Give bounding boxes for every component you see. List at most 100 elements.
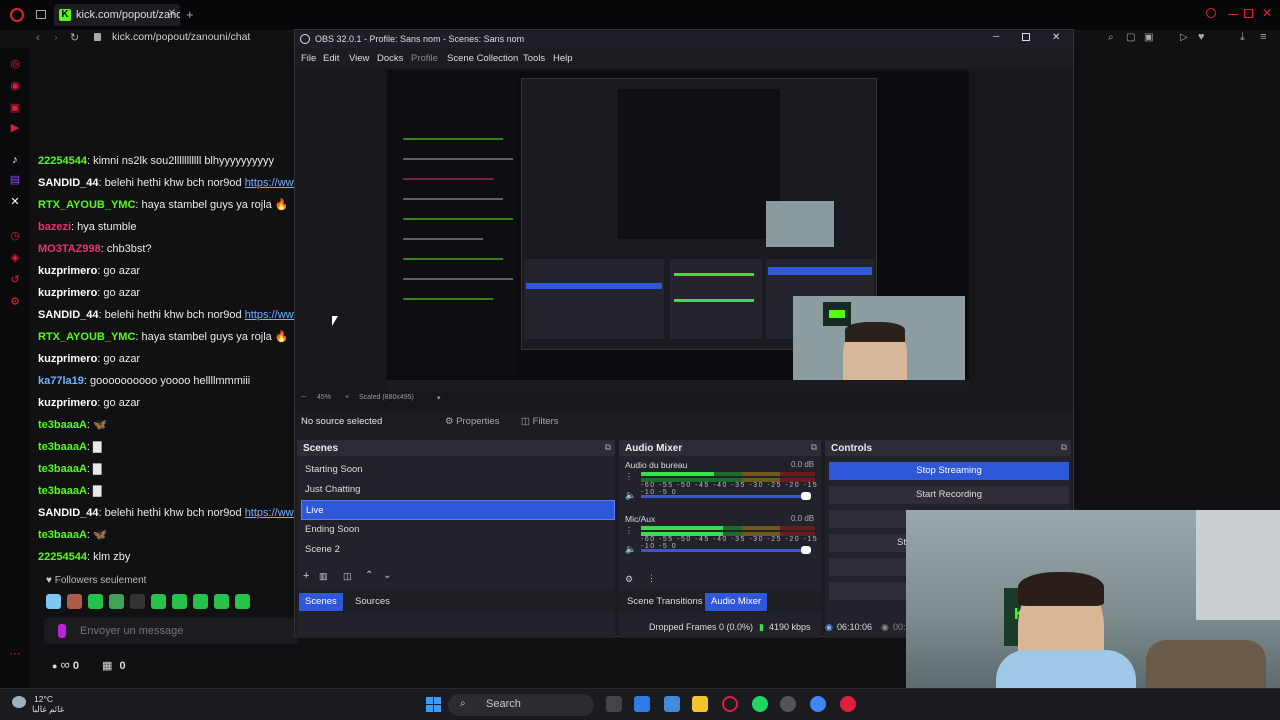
- bookmark-icon[interactable]: ▢: [1126, 32, 1135, 43]
- chat-link[interactable]: https://www.i: [245, 507, 300, 519]
- emote-icon[interactable]: [172, 594, 187, 609]
- zoom-in-icon[interactable]: +: [345, 394, 349, 401]
- menu-view[interactable]: View: [349, 53, 369, 64]
- chat-username[interactable]: kuzprimero: [38, 353, 97, 365]
- menu-icon[interactable]: ≡: [1260, 31, 1266, 43]
- speaker-icon[interactable]: 🔈: [625, 544, 636, 555]
- taskbar-search[interactable]: ⌕ Search: [448, 694, 594, 716]
- chat-username[interactable]: SANDID_44: [38, 507, 99, 519]
- file-explorer-icon[interactable]: [692, 696, 708, 712]
- volume-slider-handle[interactable]: [801, 492, 811, 500]
- speaker-icon[interactable]: 🔈: [625, 490, 636, 501]
- start-icon[interactable]: [426, 697, 442, 713]
- chat-username[interactable]: SANDID_44: [38, 177, 99, 189]
- obs-preview[interactable]: [295, 68, 1073, 430]
- chat-username[interactable]: ka77la19: [38, 375, 84, 387]
- move-down-icon[interactable]: ⌄: [383, 570, 391, 581]
- store-icon[interactable]: [664, 696, 680, 712]
- chat-username[interactable]: te3baaaA: [38, 529, 87, 541]
- twitch-purple-icon[interactable]: ▤: [9, 174, 21, 186]
- scene-item[interactable]: Starting Soon: [301, 460, 615, 480]
- scene-item-active[interactable]: Live: [301, 500, 615, 520]
- scene-item[interactable]: Scene 2: [301, 540, 615, 560]
- emote-icon[interactable]: [214, 594, 229, 609]
- stop-streaming-button[interactable]: Stop Streaming: [829, 462, 1069, 480]
- obs-maximize-icon[interactable]: [1022, 33, 1030, 41]
- twitch-icon[interactable]: ▣: [9, 102, 21, 114]
- dock-popout-icon[interactable]: ⧉: [1061, 442, 1067, 453]
- tab-audio-mixer[interactable]: Audio Mixer: [705, 593, 768, 611]
- chat-username[interactable]: te3baaaA: [38, 463, 87, 475]
- workspaces-icon[interactable]: [36, 10, 46, 19]
- history-icon[interactable]: ↺: [9, 274, 21, 286]
- chat-username[interactable]: kuzprimero: [38, 287, 97, 299]
- chat-username[interactable]: MO3TAZ998: [38, 243, 101, 255]
- tab-scene-transitions[interactable]: Scene Transitions: [621, 593, 709, 611]
- mixer-settings-icon[interactable]: ⚙: [625, 574, 633, 585]
- emote-icon[interactable]: [130, 594, 145, 609]
- dock-popout-icon[interactable]: ⧉: [605, 442, 611, 453]
- tiktok-icon[interactable]: ♪: [9, 154, 21, 166]
- user-icon[interactable]: ●: [52, 661, 57, 671]
- chat-username[interactable]: bazezi: [38, 221, 71, 233]
- chat-username[interactable]: kuzprimero: [38, 265, 97, 277]
- play-icon[interactable]: ▷: [1180, 32, 1188, 43]
- url-text[interactable]: kick.com/popout/zanouni/chat: [112, 31, 250, 43]
- search-tabs-icon[interactable]: [1206, 8, 1216, 18]
- menu-profile[interactable]: Profile: [411, 53, 438, 64]
- minimize-icon[interactable]: [1228, 14, 1238, 15]
- chat-username[interactable]: RTX_AYOUB_YMC: [38, 199, 135, 211]
- emote-picker-icon[interactable]: [58, 624, 66, 638]
- volume-slider-handle[interactable]: [801, 546, 811, 554]
- menu-scene-collection[interactable]: Scene Collection: [447, 53, 518, 64]
- chat-message-input[interactable]: [80, 623, 280, 639]
- browser-tab[interactable]: Kkick.com/popout/zanouni✕: [54, 4, 180, 26]
- emote-icon[interactable]: [67, 594, 82, 609]
- zoom-out-icon[interactable]: ─: [301, 394, 306, 401]
- menu-help[interactable]: Help: [553, 53, 573, 64]
- tab-scenes[interactable]: Scenes: [299, 593, 343, 611]
- chat-username[interactable]: kuzprimero: [38, 397, 97, 409]
- emote-icon[interactable]: [109, 594, 124, 609]
- maximize-icon[interactable]: [1244, 9, 1253, 18]
- reload-icon[interactable]: ↻: [70, 31, 79, 44]
- menu-edit[interactable]: Edit: [323, 53, 339, 64]
- start-recording-button[interactable]: Start Recording: [829, 486, 1069, 504]
- chat-username[interactable]: RTX_AYOUB_YMC: [38, 331, 135, 343]
- menu-tools[interactable]: Tools: [523, 53, 545, 64]
- scene-item[interactable]: Just Chatting: [301, 480, 615, 500]
- tab-sources[interactable]: Sources: [349, 593, 396, 611]
- emote-icon[interactable]: [151, 594, 166, 609]
- cube-icon[interactable]: ◈: [9, 252, 21, 264]
- chat-username[interactable]: te3baaaA: [38, 441, 87, 453]
- chat-link[interactable]: https://www.i: [245, 309, 300, 321]
- youtube-icon[interactable]: ▶: [9, 122, 21, 134]
- chat-username[interactable]: 22254544: [38, 155, 87, 167]
- spotify-icon[interactable]: [752, 696, 768, 712]
- settings-icon[interactable]: ⚙: [9, 296, 21, 308]
- obs-close-icon[interactable]: ✕: [1052, 32, 1060, 43]
- remove-scene-icon[interactable]: ▥: [319, 571, 328, 582]
- move-up-icon[interactable]: ⌃: [365, 570, 373, 581]
- preview-canvas[interactable]: [387, 70, 969, 392]
- channel-menu-icon[interactable]: ⋮: [625, 472, 633, 481]
- volume-slider[interactable]: [641, 549, 807, 552]
- channel-menu-icon[interactable]: ⋮: [625, 526, 633, 535]
- copilot-icon[interactable]: [634, 696, 650, 712]
- heart-icon[interactable]: ♥: [1198, 31, 1205, 43]
- aria-icon[interactable]: ◎: [9, 58, 21, 70]
- emote-icon[interactable]: [193, 594, 208, 609]
- more-icon[interactable]: ⋯: [9, 648, 21, 660]
- add-scene-icon[interactable]: +: [303, 570, 309, 582]
- properties-button[interactable]: ⚙ Properties: [445, 416, 499, 427]
- emote-icon[interactable]: [235, 594, 250, 609]
- menu-docks[interactable]: Docks: [377, 53, 403, 64]
- close-window-icon[interactable]: ✕: [1262, 6, 1272, 20]
- chat-username[interactable]: te3baaaA: [38, 485, 87, 497]
- task-view-icon[interactable]: [606, 696, 622, 712]
- emote-icon[interactable]: [46, 594, 61, 609]
- chat-username[interactable]: te3baaaA: [38, 419, 87, 431]
- volume-slider[interactable]: [641, 495, 807, 498]
- red-app-icon[interactable]: [840, 696, 856, 712]
- zoom-icon[interactable]: ⌕: [1108, 32, 1114, 43]
